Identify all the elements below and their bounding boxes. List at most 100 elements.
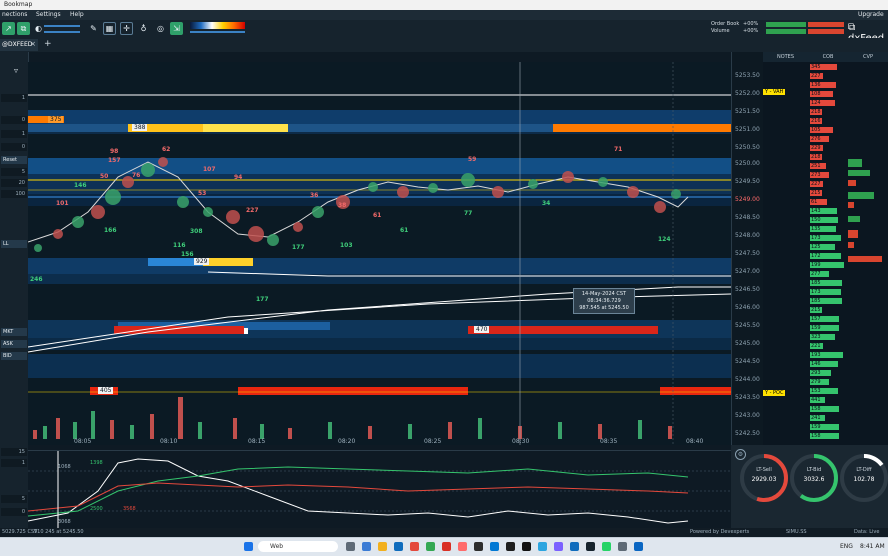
heatmap-range-slider[interactable] [190, 31, 245, 33]
app-icon[interactable] [506, 542, 515, 551]
cvd-subchart[interactable]: 1068 1398 3068 2500 3568 [28, 450, 731, 529]
cvp-bar [848, 180, 856, 186]
reset-button[interactable]: Reset [1, 156, 27, 164]
heatmap-chart[interactable]: 98 157 76 62 50 101 107 94 53 36 227 61 … [28, 62, 731, 445]
chart-label-green: 166 [104, 227, 117, 234]
sub-value[interactable]: 15 [1, 448, 27, 456]
edge-icon[interactable] [394, 542, 403, 551]
cob-row: 136 [810, 82, 837, 88]
cvp-header: CVP [848, 52, 888, 62]
app-icon[interactable] [570, 542, 579, 551]
left-value-2[interactable]: 0 [1, 116, 27, 124]
all-button[interactable]: LL [1, 240, 27, 248]
cob-row: 159 [810, 325, 840, 331]
autocenter-icon[interactable]: ⇲ [170, 22, 183, 35]
sub-value[interactable]: 1 [1, 459, 27, 467]
left-value-1[interactable]: 1 [1, 94, 27, 102]
bookmap-icon[interactable] [586, 542, 595, 551]
folder-icon[interactable] [378, 542, 387, 551]
heatmap-svg[interactable] [28, 62, 731, 445]
left-value-4[interactable]: 0 [1, 143, 27, 151]
gauge-name: LT-Bid [806, 467, 822, 473]
chart-label-green: 146 [74, 182, 87, 189]
app-icon[interactable] [410, 542, 419, 551]
menu-connections[interactable]: nections [2, 11, 27, 18]
app-icon[interactable] [554, 542, 563, 551]
brightness-slider-icon[interactable]: ◐ [32, 22, 45, 35]
magnet-icon[interactable]: ♁ [137, 22, 150, 35]
price-label: 5243.50 [735, 394, 760, 401]
app-icon[interactable] [618, 542, 627, 551]
upgrade-link[interactable]: Upgrade [858, 11, 884, 18]
menu-settings[interactable]: Settings [36, 11, 61, 18]
price-label: 5249.50 [735, 178, 760, 185]
contrast-slider[interactable] [44, 31, 80, 33]
time-label: 08:05 [74, 438, 92, 445]
layers-icon[interactable]: ⧉ [17, 22, 30, 35]
gauge: LT-Sell 2929.03 [739, 453, 789, 503]
record-icon[interactable]: ◎ [154, 22, 167, 35]
cob-row: 277 [810, 271, 830, 277]
brightness-slider[interactable] [44, 25, 80, 27]
cvd-svg[interactable] [28, 451, 731, 529]
app-icon[interactable] [362, 542, 371, 551]
task-view-icon[interactable] [346, 542, 355, 551]
sub-value[interactable]: 0 [1, 508, 27, 516]
grid-toggle-icon[interactable]: ▦ [103, 22, 116, 35]
app-icon[interactable] [474, 542, 483, 551]
price-label: 5250.50 [735, 144, 760, 151]
cob-row: 218 [810, 109, 823, 115]
status-data: Data: Live [854, 529, 880, 535]
cvp-bar [848, 216, 860, 222]
chart-label-red: 61 [373, 212, 382, 219]
gauge-value: 102.78 [853, 476, 875, 483]
app-icon[interactable] [602, 542, 611, 551]
app-icon[interactable] [442, 542, 451, 551]
sub-label: 3568 [123, 506, 136, 512]
step-100[interactable]: 100 [1, 190, 27, 198]
crosshair-icon[interactable]: ✛ [120, 22, 133, 35]
chart-label-red: 38 [338, 202, 347, 209]
filter-icon[interactable]: ▿ [14, 66, 26, 76]
add-tab-icon[interactable]: + [44, 39, 52, 49]
sub-value[interactable]: 5 [1, 495, 27, 503]
cursor-tool-icon[interactable]: ↗ [2, 22, 15, 35]
chrome-icon[interactable] [426, 542, 435, 551]
language-indicator[interactable]: ENG [840, 543, 853, 550]
heatmap-gradient[interactable] [190, 22, 245, 29]
cob-row: 159 [810, 424, 840, 430]
step-20[interactable]: 20 [1, 179, 27, 187]
price-label: 5253.50 [735, 72, 760, 79]
pencil-icon[interactable]: ✎ [87, 22, 100, 35]
clock[interactable]: 8:41 AM [860, 543, 885, 550]
mkt-button[interactable]: MKT [1, 328, 27, 336]
order-book-ask-bar [808, 22, 844, 27]
chart-label-red: 50 [100, 173, 109, 180]
chart-label-green: 124 [658, 236, 671, 243]
volume-value: +00% [743, 28, 759, 34]
cob-row: 279 [810, 379, 830, 385]
taskbar-search[interactable]: Web [258, 541, 338, 552]
step-5[interactable]: 5 [1, 168, 27, 176]
vscode-icon[interactable] [490, 542, 499, 551]
cob-row: 135 [810, 226, 837, 232]
chart-label-red: 62 [162, 146, 171, 153]
price-axis[interactable]: 5253.50 5252.00 5251.50 5251.00 5250.50 … [731, 52, 764, 445]
price-label: 5245.50 [735, 322, 760, 329]
ask-button[interactable]: ASK [1, 340, 27, 348]
bid-button[interactable]: BID [1, 352, 27, 360]
left-value-3[interactable]: 1 [1, 130, 27, 138]
windows-start-icon[interactable] [244, 542, 253, 551]
window-titlebar: Bookmap [0, 0, 888, 10]
tab-close-icon[interactable]: × [30, 40, 36, 48]
cob-row: 185 [810, 298, 843, 304]
app-icon[interactable] [458, 542, 467, 551]
chart-label-red: 36 [310, 192, 319, 199]
cob-row: 215 [810, 307, 822, 313]
menu-help[interactable]: Help [70, 11, 84, 18]
app-icon[interactable] [538, 542, 547, 551]
cob-row: 227 [810, 73, 824, 79]
tradingview-icon[interactable] [522, 542, 531, 551]
chart-label-green: 77 [464, 210, 473, 217]
app-icon[interactable] [634, 542, 643, 551]
